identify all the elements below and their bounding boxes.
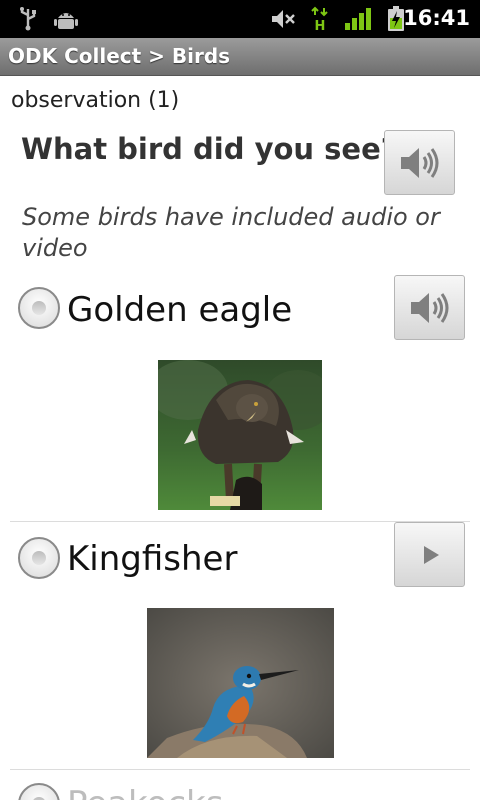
radio-kingfisher[interactable]: [18, 537, 60, 579]
signal-icon: [344, 7, 372, 31]
page-title: ODK Collect > Birds: [8, 44, 231, 68]
option-divider: [10, 769, 470, 770]
title-bar: ODK Collect > Birds: [0, 38, 480, 76]
option-video-button-kingfisher[interactable]: [394, 522, 465, 587]
radio-golden-eagle[interactable]: [18, 287, 60, 329]
speaker-icon: [410, 292, 448, 323]
option-label-golden-eagle[interactable]: Golden eagle: [67, 290, 292, 330]
status-bar: H 16:41: [0, 0, 480, 38]
question-audio-button[interactable]: [384, 130, 455, 195]
radio-peakocks[interactable]: [18, 783, 60, 800]
question-text: What bird did you see?: [21, 132, 398, 166]
kingfisher-photo: [147, 608, 334, 758]
option-label-peakocks[interactable]: Peakocks: [67, 784, 223, 800]
android-debug-icon: [54, 7, 78, 31]
play-icon: [423, 545, 439, 564]
golden-eagle-photo: [158, 360, 322, 510]
speaker-icon: [400, 147, 438, 178]
option-label-kingfisher[interactable]: Kingfisher: [67, 539, 237, 579]
group-label: observation (1): [11, 88, 180, 113]
option-audio-button-golden-eagle[interactable]: [394, 275, 465, 340]
svg-text:H: H: [315, 19, 326, 32]
usb-icon: [16, 7, 40, 31]
form-content[interactable]: observation (1) What bird did you see? S…: [0, 76, 480, 800]
mute-icon: [270, 7, 296, 31]
hspa-data-icon: H: [310, 6, 330, 32]
question-hint: Some birds have included audio or video: [22, 203, 440, 262]
status-time: 16:41: [403, 6, 470, 30]
